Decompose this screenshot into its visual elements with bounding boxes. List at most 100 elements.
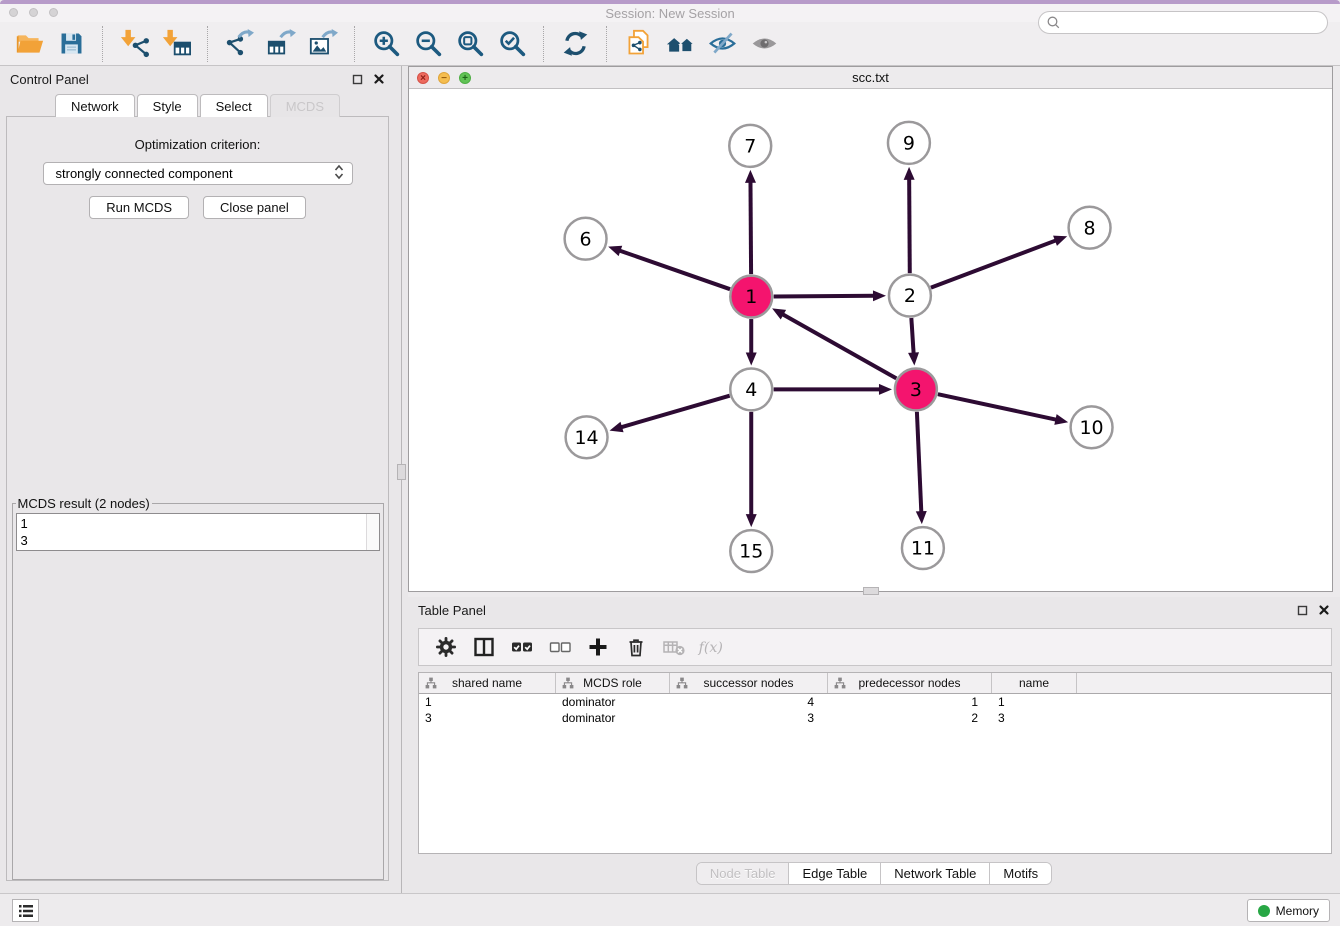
network-window: × − + scc.txt 7968124314101511 [408,66,1333,592]
table-row[interactable]: 3dominator323 [419,710,1331,726]
table-cell[interactable]: 1 [992,694,1077,710]
column-header-mcds-role[interactable]: MCDS role [556,673,670,693]
export-image-button[interactable] [306,27,340,61]
open-session-button[interactable] [12,27,46,61]
tab-select[interactable]: Select [200,94,268,117]
import-table-button[interactable] [159,27,193,61]
graph-edge-3-11[interactable] [917,412,921,513]
settings-button[interactable] [431,632,461,662]
mcds-tab-content: Optimization criterion: strongly connect… [6,116,389,881]
table-cell[interactable]: 2 [828,710,992,726]
graph-edge-arrow [608,246,622,256]
network-splitter-grip[interactable] [863,587,879,595]
graph-edge-1-6[interactable] [619,250,730,289]
table-cell[interactable]: 1 [828,694,992,710]
tab-motifs[interactable]: Motifs [990,863,1051,884]
result-scrollbar[interactable] [366,514,379,550]
table-header-row: shared nameMCDS rolesuccessor nodes prede… [419,673,1331,694]
show-all-button[interactable] [747,27,781,61]
mcds-result-line: 3 [21,532,375,549]
panel-splitter[interactable] [395,66,408,893]
float-table-panel-icon[interactable] [1297,605,1308,616]
tab-style[interactable]: Style [137,94,198,117]
tab-network-table[interactable]: Network Table [881,863,990,884]
refresh-layout-icon [561,29,590,58]
add-row-button[interactable] [583,632,613,662]
tab-mcds[interactable]: MCDS [270,94,340,117]
control-panel-title: Control Panel [10,72,89,87]
export-network-button[interactable] [222,27,256,61]
mcds-result-line: 1 [21,515,375,532]
table-cell[interactable]: 4 [670,694,828,710]
tab-node-table[interactable]: Node Table [697,863,790,884]
network-graph: 7968124314101511 [409,89,1332,591]
column-header-shared-name[interactable]: shared name [419,673,556,693]
zoom-out-icon [414,29,443,58]
table-cell[interactable]: 3 [419,710,556,726]
select-all-icon [510,635,534,659]
splitter-grip[interactable] [397,464,406,480]
graph-edge-arrow [904,167,915,180]
function-builder-button: f(x) [697,632,727,662]
zoom-out-button[interactable] [411,27,445,61]
graph-edge-2-8[interactable] [931,240,1057,288]
table-cell[interactable]: dominator [556,694,670,710]
search-box[interactable] [1038,11,1328,34]
graph-edge-2-9[interactable] [909,178,910,273]
graph-edge-1-2[interactable] [774,296,875,297]
select-all-button[interactable] [507,632,537,662]
graph-edge-3-1[interactable] [782,314,897,379]
zoom-in-button[interactable] [369,27,403,61]
table-cell[interactable]: dominator [556,710,670,726]
network-canvas[interactable]: 7968124314101511 [409,89,1332,591]
mcds-result-text[interactable]: 13 [16,513,380,551]
graph-node-label: 3 [910,379,922,401]
deselect-all-button[interactable] [545,632,575,662]
first-neighbors-button[interactable] [663,27,697,61]
column-header-predecessor-nodes[interactable]: predecessor nodes [828,673,992,693]
criterion-select[interactable]: strongly connected component [43,162,353,185]
zoom-in-icon [372,29,401,58]
table-row[interactable]: 1dominator411 [419,694,1331,710]
delete-table-icon [662,635,686,659]
run-mcds-button[interactable]: Run MCDS [89,196,189,219]
control-panel-tabs: NetworkStyleSelectMCDS [0,94,395,117]
table-cell[interactable]: 1 [419,694,556,710]
columns-button[interactable] [469,632,499,662]
delete-row-button[interactable] [621,632,651,662]
export-table-button[interactable] [264,27,298,61]
memory-status-icon [1258,905,1270,917]
tab-edge-table[interactable]: Edge Table [789,863,881,884]
close-panel-button[interactable]: Close panel [203,196,306,219]
graph-edge-arrow [1053,236,1067,246]
graph-edge-3-10[interactable] [938,394,1058,420]
close-panel-icon[interactable] [373,73,385,85]
delete-row-icon [624,635,648,659]
graph-edge-2-3[interactable] [911,318,913,355]
refresh-layout-button[interactable] [558,27,592,61]
memory-button[interactable]: Memory [1247,899,1330,922]
table-cell[interactable]: 3 [670,710,828,726]
table-tabs: Node TableEdge TableNetwork TableMotifs [408,862,1340,885]
save-session-button[interactable] [54,27,88,61]
table-cell[interactable]: 3 [992,710,1077,726]
search-input[interactable] [1061,16,1327,30]
close-table-panel-icon[interactable] [1318,604,1330,616]
column-header-name[interactable]: name [992,673,1077,693]
import-network-button[interactable] [117,27,151,61]
graph-edge-1-7[interactable] [750,181,751,274]
hierarchy-icon [676,677,688,692]
zoom-fit-button[interactable] [453,27,487,61]
duplicate-network-button[interactable] [621,27,655,61]
table-toolbar: f(x) [418,628,1332,666]
zoom-selected-button[interactable] [495,27,529,61]
column-label: predecessor nodes [858,676,960,690]
column-header-successor-nodes[interactable]: successor nodes [670,673,828,693]
tab-network[interactable]: Network [55,94,135,117]
add-row-icon [586,635,610,659]
task-history-button[interactable] [12,899,39,922]
graph-node-label: 11 [911,538,935,560]
hide-selected-button[interactable] [705,27,739,61]
graph-edge-4-14[interactable] [620,396,730,428]
float-panel-icon[interactable] [352,74,363,85]
